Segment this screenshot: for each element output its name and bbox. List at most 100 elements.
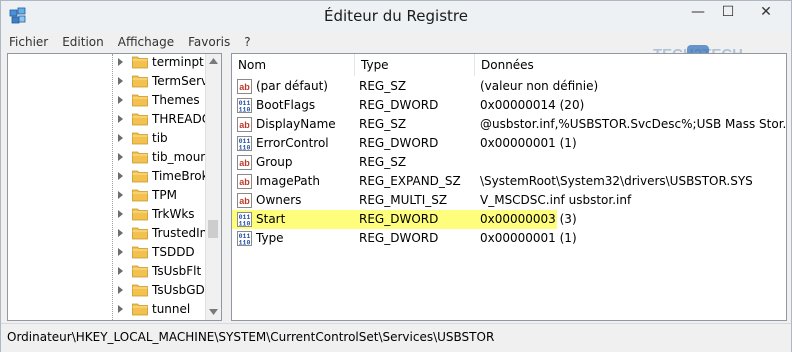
expand-arrow-icon[interactable] xyxy=(118,134,123,142)
tree-item[interactable]: TsUsbGD xyxy=(8,281,208,300)
tree-item[interactable]: THREADOF xyxy=(8,110,218,129)
tree-item[interactable]: TrustedInst xyxy=(8,224,218,243)
menu-help[interactable]: ? xyxy=(236,35,256,49)
folder-icon xyxy=(132,265,148,278)
tree-item-label: Themes xyxy=(152,93,200,107)
value-row[interactable]: 011 110 BootFlags REG_DWORD 0x00000014 (20) xyxy=(232,96,786,115)
maximize-button[interactable]: ☐ xyxy=(713,1,743,23)
tree-vertical-scrollbar[interactable] xyxy=(205,54,221,320)
svg-text:ab: ab xyxy=(239,158,250,168)
expand-arrow-icon[interactable] xyxy=(118,210,123,218)
expand-arrow-icon[interactable] xyxy=(118,267,123,275)
value-type: REG_MULTI_SZ xyxy=(359,193,448,207)
tree-item[interactable]: tunnel xyxy=(8,300,208,319)
maximize-icon: ☐ xyxy=(721,4,735,20)
value-type: REG_DWORD xyxy=(359,98,439,112)
folder-icon xyxy=(132,303,148,316)
tree-item[interactable]: TSDDD xyxy=(8,243,208,262)
value-type: REG_SZ xyxy=(359,79,407,93)
values-list-pane[interactable]: Nom Type Données ab (par défaut) REG_SZ (va… xyxy=(231,53,787,321)
scroll-up-arrow-icon[interactable] xyxy=(209,58,218,64)
menu-favoris[interactable]: Favoris xyxy=(180,35,236,49)
svg-text:ab: ab xyxy=(239,82,250,92)
value-row[interactable]: 011 110 ErrorControl REG_DWORD 0x00000001 (1… xyxy=(232,134,786,153)
folder-icon xyxy=(132,151,148,164)
menu-fichier[interactable]: Fichier xyxy=(1,35,54,49)
value-row[interactable]: ab ImagePath REG_EXPAND_SZ \SystemRoot\Syst… xyxy=(232,172,786,191)
tree-scroll-thumb[interactable] xyxy=(208,220,218,238)
string-value-icon: ab xyxy=(237,174,252,189)
expand-arrow-icon[interactable] xyxy=(118,286,123,294)
column-header-data[interactable]: Données xyxy=(475,54,786,76)
value-name: Type xyxy=(256,231,284,245)
value-type: REG_SZ xyxy=(359,117,407,131)
value-row[interactable]: 011 110 Start REG_DWORD 0x00000003 (3) xyxy=(232,210,786,229)
value-type: REG_DWORD xyxy=(359,231,439,245)
expand-arrow-icon[interactable] xyxy=(118,191,123,199)
menu-edition[interactable]: Edition xyxy=(54,35,110,49)
tree-item[interactable]: TrkWks xyxy=(8,205,208,224)
expand-arrow-icon[interactable] xyxy=(118,248,123,256)
value-row[interactable]: 011 110 Type REG_DWORD 0x00000001 (1) xyxy=(232,229,786,248)
value-row[interactable]: ab (par défaut) REG_SZ (valeur non définie) xyxy=(232,77,786,96)
folder-icon xyxy=(132,208,148,221)
folder-icon xyxy=(132,189,148,202)
value-type: REG_DWORD xyxy=(359,212,439,226)
pane-splitter[interactable] xyxy=(222,53,231,321)
expand-arrow-icon[interactable] xyxy=(118,96,123,104)
string-value-icon: ab xyxy=(237,79,252,94)
tree-item-label: TrkWks xyxy=(152,207,195,221)
key-tree-pane[interactable]: terminpt TermServic Themes THREADOF tib tib_m… xyxy=(7,53,222,321)
folder-icon xyxy=(132,246,148,259)
value-row[interactable]: ab DisplayName REG_SZ @usbstor.inf,%USBSTOR… xyxy=(232,115,787,134)
expand-arrow-icon[interactable] xyxy=(118,172,123,180)
title-bar: Éditeur du Registre — ☐ ✕ xyxy=(1,1,791,31)
tree-item[interactable]: TimeBroke xyxy=(8,167,216,186)
folder-icon xyxy=(132,170,148,183)
value-data: @usbstor.inf,%USBSTOR.SvcDesc%;USB Mass … xyxy=(480,117,787,131)
string-value-icon: ab xyxy=(237,117,252,132)
expand-arrow-icon[interactable] xyxy=(118,58,123,66)
value-name: (par défaut) xyxy=(256,79,328,93)
minimize-button[interactable]: — xyxy=(683,1,713,23)
column-header-type[interactable]: Type xyxy=(355,54,475,76)
tree-item[interactable]: Themes xyxy=(8,91,208,110)
registry-editor-window: Éditeur du Registre — ☐ ✕ Fichier Editio… xyxy=(0,0,792,352)
svg-text:110: 110 xyxy=(239,107,251,114)
main-panes: terminpt TermServic Themes THREADOF tib tib_m… xyxy=(7,53,787,321)
value-data: 0x00000001 (1) xyxy=(480,136,577,150)
list-header: Nom Type Données xyxy=(232,54,786,76)
svg-text:110: 110 xyxy=(239,240,251,247)
tree-item[interactable]: tib xyxy=(8,129,208,148)
tree-item-label: TsUsbFlt xyxy=(152,264,202,278)
svg-text:ab: ab xyxy=(239,196,250,206)
expand-arrow-icon[interactable] xyxy=(118,115,123,123)
tree-item[interactable]: terminpt xyxy=(8,54,208,72)
expand-arrow-icon[interactable] xyxy=(118,305,123,313)
folder-icon xyxy=(132,284,148,297)
expand-arrow-icon[interactable] xyxy=(118,229,123,237)
expand-arrow-icon[interactable] xyxy=(118,153,123,161)
tree-item[interactable]: TsUsbFlt xyxy=(8,262,208,281)
expand-arrow-icon[interactable] xyxy=(118,77,123,85)
menu-affichage[interactable]: Affichage xyxy=(110,35,180,49)
value-row[interactable]: ab Owners REG_MULTI_SZ V_MSCDSC.inf usbstor… xyxy=(232,191,786,210)
binary-value-icon: 011110 xyxy=(237,136,252,151)
svg-text:110: 110 xyxy=(239,221,251,228)
scroll-down-arrow-icon[interactable] xyxy=(209,309,218,315)
tree-item-label: terminpt xyxy=(152,55,204,69)
value-row[interactable]: ab Group REG_SZ xyxy=(232,153,786,172)
string-value-icon: ab xyxy=(237,193,252,208)
tree-item[interactable]: TPM xyxy=(8,186,208,205)
value-name: BootFlags xyxy=(256,98,316,112)
tree-item-label: TSDDD xyxy=(152,245,195,259)
value-type: REG_EXPAND_SZ xyxy=(359,174,461,188)
tree-item[interactable]: TermServic xyxy=(8,72,218,91)
column-header-name[interactable]: Nom xyxy=(232,54,355,76)
binary-value-icon: 011110 xyxy=(237,212,252,227)
value-data: V_MSCDSC.inf usbstor.inf xyxy=(480,193,632,207)
tree-item-label: TPM xyxy=(152,188,177,202)
close-button[interactable]: ✕ xyxy=(743,1,789,23)
tree-item[interactable]: tib_mounte xyxy=(8,148,220,167)
folder-icon xyxy=(132,56,148,69)
